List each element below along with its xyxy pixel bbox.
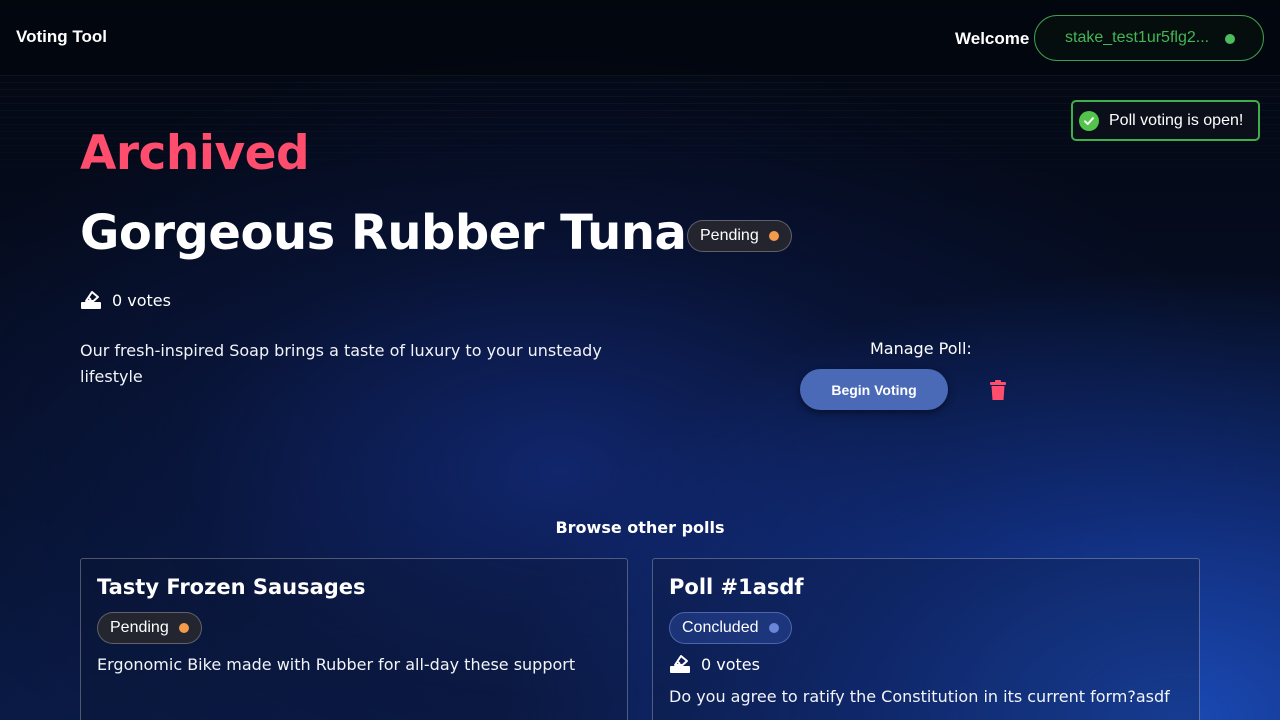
poll-card-description: Ergonomic Bike made with Rubber for all-… xyxy=(97,655,576,674)
status-dot-icon xyxy=(768,231,779,241)
poll-card[interactable]: Tasty Frozen Sausages Pending Ergonomic … xyxy=(80,558,628,720)
poll-card[interactable]: Poll #1asdf Concluded 0 votes Do you agr… xyxy=(652,558,1200,720)
poll-status-badge: Pending xyxy=(687,220,792,252)
delete-poll-button[interactable] xyxy=(988,380,1008,401)
check-circle-icon xyxy=(1079,110,1099,131)
manage-poll-label: Manage Poll: xyxy=(870,339,972,358)
wallet-address: stake_test1ur5flg2... xyxy=(1065,29,1210,46)
status-dot-icon xyxy=(768,623,779,633)
toast-message: Poll voting is open! xyxy=(1109,111,1244,129)
welcome-text: Welcome xyxy=(955,29,1030,48)
poll-card-status-badge: Pending xyxy=(97,612,202,644)
poll-card-title: Tasty Frozen Sausages xyxy=(97,575,366,599)
poll-vote-count: 0 votes xyxy=(80,290,171,310)
ballot-box-icon xyxy=(81,291,101,309)
poll-status-text: Pending xyxy=(700,227,759,244)
poll-description: Our fresh-inspired Soap brings a taste o… xyxy=(80,341,602,386)
wallet-connect-button[interactable]: stake_test1ur5flg2... xyxy=(1034,15,1264,61)
poll-title: Gorgeous Rubber Tuna xyxy=(80,205,687,261)
archived-label: Archived xyxy=(80,126,310,181)
wallet-status-dot-icon xyxy=(1225,34,1235,44)
poll-card-vote-count: 0 votes xyxy=(669,654,760,674)
status-dot-icon xyxy=(178,623,189,633)
poll-card-title: Poll #1asdf xyxy=(669,575,804,599)
brand-title[interactable]: Voting Tool xyxy=(16,27,107,47)
vote-count-text: 0 votes xyxy=(112,290,171,310)
poll-card-status-badge: Concluded xyxy=(669,612,792,644)
ballot-box-icon xyxy=(670,655,690,673)
notification-toast: Poll voting is open! xyxy=(1071,100,1260,141)
trash-icon xyxy=(990,380,1006,400)
poll-card-description: Do you agree to ratify the Constitution … xyxy=(669,687,1170,706)
begin-voting-button[interactable]: Begin Voting xyxy=(800,369,948,410)
top-navigation-bar: Voting Tool Welcome stake_test1ur5flg2..… xyxy=(0,0,1280,76)
poll-card-status-text: Concluded xyxy=(682,619,759,636)
browse-polls-heading: Browse other polls xyxy=(555,518,725,537)
vote-count-text: 0 votes xyxy=(701,654,760,674)
poll-card-status-text: Pending xyxy=(110,619,169,636)
